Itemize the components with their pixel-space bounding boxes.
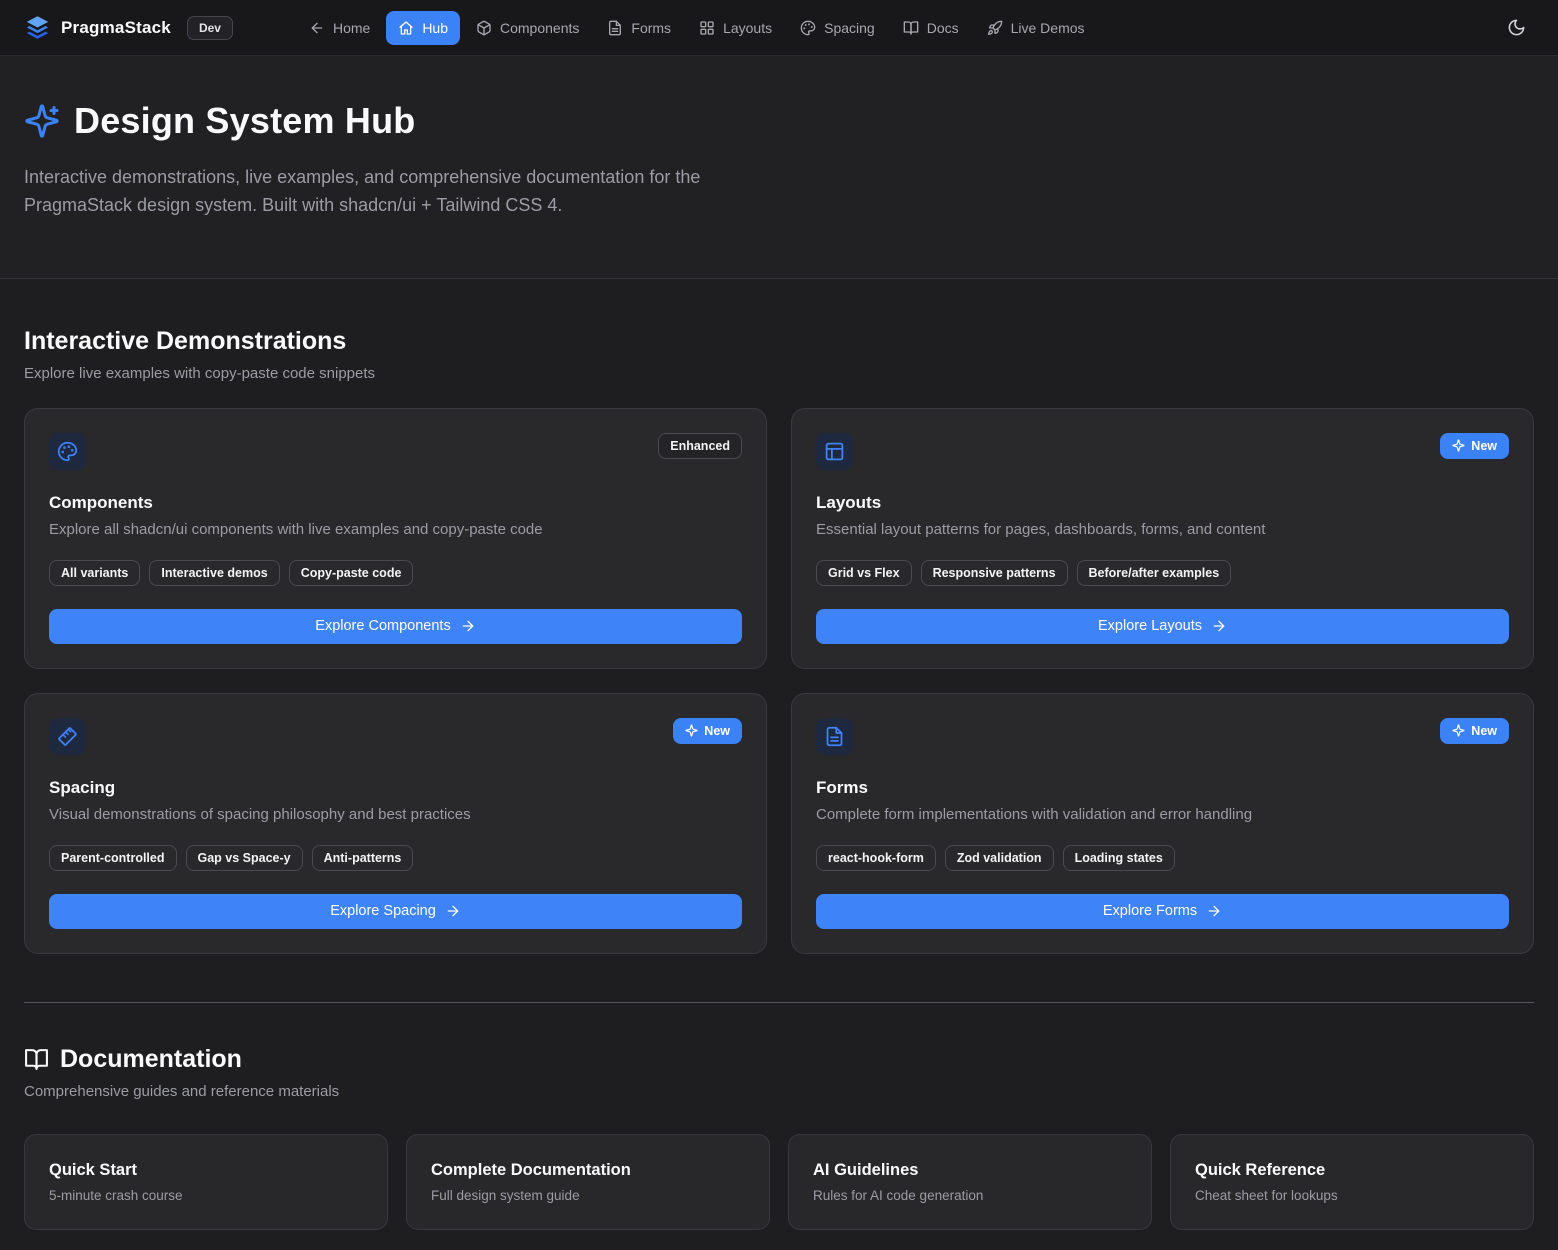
nav-item-hub[interactable]: Hub xyxy=(386,11,460,45)
doc-card-title: Quick Start xyxy=(49,1161,363,1180)
tag-row: Grid vs Flex Responsive patterns Before/… xyxy=(816,560,1509,586)
nav-item-forms[interactable]: Forms xyxy=(595,11,683,45)
card-description: Complete form implementations with valid… xyxy=(816,806,1509,823)
theme-toggle-button[interactable] xyxy=(1499,10,1534,45)
doc-card-grid: Quick Start 5-minute crash course Comple… xyxy=(24,1134,1534,1250)
tag: Grid vs Flex xyxy=(816,560,912,586)
card-description: Visual demonstrations of spacing philoso… xyxy=(49,806,742,823)
tag: Parent-controlled xyxy=(49,845,177,871)
doc-card-description: 5-minute crash course xyxy=(49,1188,363,1203)
tag: Responsive patterns xyxy=(921,560,1068,586)
sparkles-icon xyxy=(1452,439,1465,452)
nav-item-components[interactable]: Components xyxy=(464,11,591,45)
tag: Before/after examples xyxy=(1077,560,1232,586)
card-description: Essential layout patterns for pages, das… xyxy=(816,521,1509,538)
file-text-icon xyxy=(816,718,853,755)
demo-card-grid: Enhanced Components Explore all shadcn/u… xyxy=(24,408,1534,954)
status-badge: New xyxy=(1440,433,1509,459)
demo-card-components: Enhanced Components Explore all shadcn/u… xyxy=(24,408,767,669)
arrow-right-icon xyxy=(1206,903,1222,919)
moon-icon xyxy=(1507,18,1526,37)
top-navbar: PragmaStack Dev Home Hub Components Fo xyxy=(0,0,1558,56)
sparkles-icon xyxy=(685,724,698,737)
demos-heading: Interactive Demonstrations xyxy=(24,327,1534,356)
brand-name: PragmaStack xyxy=(61,18,171,38)
main-nav: Home Hub Components Forms Layouts xyxy=(297,11,1471,45)
env-badge: Dev xyxy=(187,16,233,40)
book-open-icon xyxy=(24,1047,49,1072)
nav-item-home[interactable]: Home xyxy=(297,11,382,45)
page-description: Interactive demonstrations, live example… xyxy=(24,164,769,220)
doc-card-ai-guidelines[interactable]: AI Guidelines Rules for AI code generati… xyxy=(788,1134,1152,1230)
status-badge: New xyxy=(673,718,742,744)
hero-section: Design System Hub Interactive demonstrat… xyxy=(0,56,1558,279)
arrow-right-icon xyxy=(445,903,461,919)
explore-components-button[interactable]: Explore Components xyxy=(49,609,742,644)
palette-icon xyxy=(800,20,816,36)
doc-card-description: Full design system guide xyxy=(431,1188,745,1203)
card-title: Forms xyxy=(816,778,1509,798)
brand: PragmaStack Dev xyxy=(24,14,233,41)
arrow-left-icon xyxy=(309,20,325,36)
explore-spacing-button[interactable]: Explore Spacing xyxy=(49,894,742,929)
rocket-icon xyxy=(987,20,1003,36)
palette-icon xyxy=(49,433,86,470)
demo-card-forms: New Forms Complete form implementations … xyxy=(791,693,1534,954)
layers-logo-icon xyxy=(24,14,51,41)
tag: Copy-paste code xyxy=(289,560,414,586)
nav-item-docs[interactable]: Docs xyxy=(891,11,971,45)
tag: All variants xyxy=(49,560,140,586)
doc-card-quick-start[interactable]: Quick Start 5-minute crash course xyxy=(24,1134,388,1230)
tag: Gap vs Space-y xyxy=(186,845,303,871)
nav-item-live-demos[interactable]: Live Demos xyxy=(975,11,1097,45)
card-title: Spacing xyxy=(49,778,742,798)
status-badge: Enhanced xyxy=(658,433,742,459)
doc-card-quick-reference[interactable]: Quick Reference Cheat sheet for lookups xyxy=(1170,1134,1534,1230)
tag: Zod validation xyxy=(945,845,1054,871)
demos-section-header: Interactive Demonstrations Explore live … xyxy=(24,327,1534,382)
tag-row: Parent-controlled Gap vs Space-y Anti-pa… xyxy=(49,845,742,871)
tag: Interactive demos xyxy=(149,560,279,586)
demo-card-layouts: New Layouts Essential layout patterns fo… xyxy=(791,408,1534,669)
layout-grid-icon xyxy=(699,20,715,36)
explore-layouts-button[interactable]: Explore Layouts xyxy=(816,609,1509,644)
doc-card-description: Cheat sheet for lookups xyxy=(1195,1188,1509,1203)
tag: react-hook-form xyxy=(816,845,936,871)
docs-section-header: Documentation Comprehensive guides and r… xyxy=(24,1045,1534,1100)
box-icon xyxy=(476,20,492,36)
docs-heading: Documentation xyxy=(24,1045,1534,1074)
tag: Loading states xyxy=(1063,845,1175,871)
card-title: Components xyxy=(49,493,742,513)
home-icon xyxy=(398,20,414,36)
status-badge: New xyxy=(1440,718,1509,744)
panels-top-icon xyxy=(816,433,853,470)
explore-forms-button[interactable]: Explore Forms xyxy=(816,894,1509,929)
ruler-icon xyxy=(49,718,86,755)
tag-row: All variants Interactive demos Copy-past… xyxy=(49,560,742,586)
sparkles-icon xyxy=(24,103,60,139)
tag: Anti-patterns xyxy=(312,845,414,871)
page-title: Design System Hub xyxy=(74,100,415,142)
card-title: Layouts xyxy=(816,493,1509,513)
file-text-icon xyxy=(607,20,623,36)
docs-subheading: Comprehensive guides and reference mater… xyxy=(24,1083,1534,1100)
demos-subheading: Explore live examples with copy-paste co… xyxy=(24,365,1534,382)
card-description: Explore all shadcn/ui components with li… xyxy=(49,521,742,538)
arrow-right-icon xyxy=(460,618,476,634)
sparkles-icon xyxy=(1452,724,1465,737)
doc-card-complete-documentation[interactable]: Complete Documentation Full design syste… xyxy=(406,1134,770,1230)
doc-card-title: AI Guidelines xyxy=(813,1161,1127,1180)
doc-card-title: Quick Reference xyxy=(1195,1161,1509,1180)
demo-card-spacing: New Spacing Visual demonstrations of spa… xyxy=(24,693,767,954)
main-content: Interactive Demonstrations Explore live … xyxy=(0,327,1558,1250)
tag-row: react-hook-form Zod validation Loading s… xyxy=(816,845,1509,871)
arrow-right-icon xyxy=(1211,618,1227,634)
section-divider xyxy=(24,1002,1534,1003)
nav-item-spacing[interactable]: Spacing xyxy=(788,11,887,45)
doc-card-title: Complete Documentation xyxy=(431,1161,745,1180)
book-open-icon xyxy=(903,20,919,36)
doc-card-description: Rules for AI code generation xyxy=(813,1188,1127,1203)
nav-item-layouts[interactable]: Layouts xyxy=(687,11,784,45)
